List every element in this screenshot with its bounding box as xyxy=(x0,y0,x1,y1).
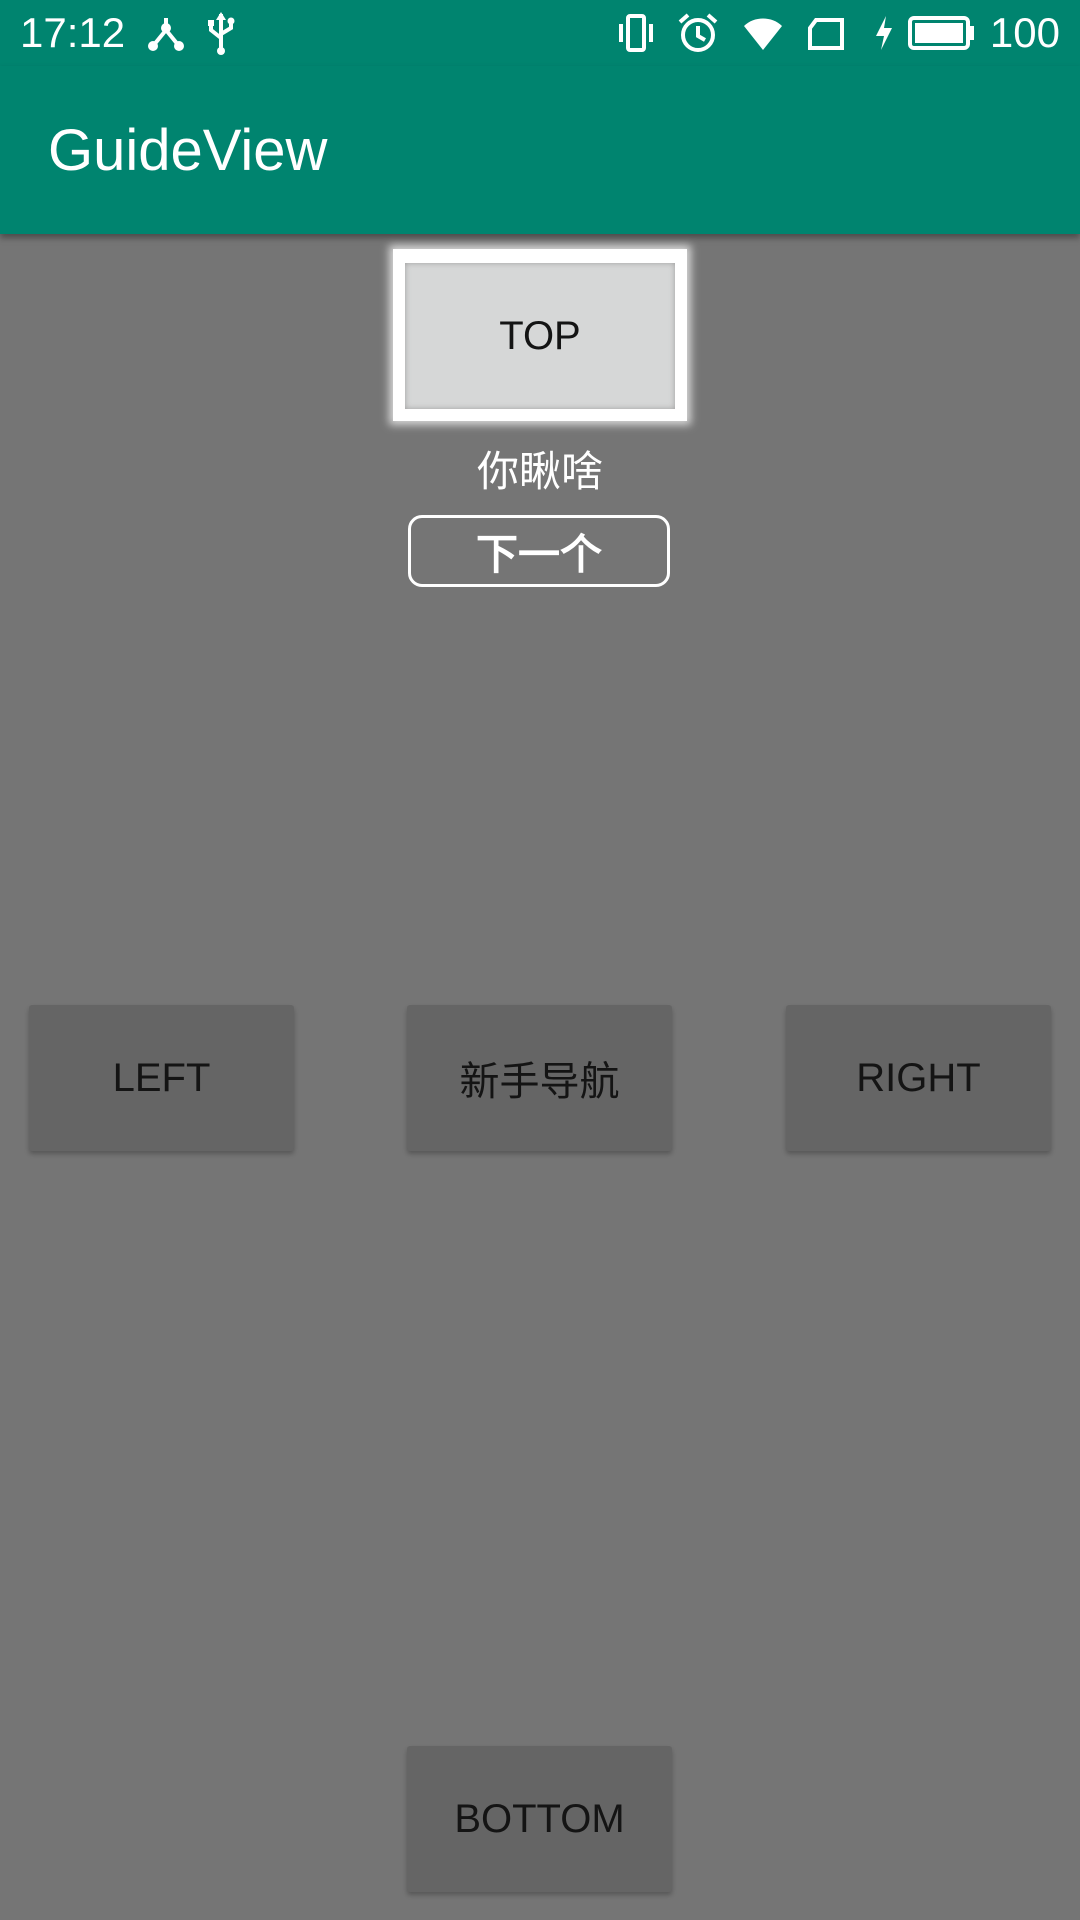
bottom-button[interactable]: BOTTOM xyxy=(407,1746,672,1892)
alarm-icon xyxy=(678,13,718,52)
usb-icon xyxy=(208,12,235,55)
battery-icon xyxy=(908,16,974,50)
app-bar: GuideView xyxy=(0,66,1080,234)
status-time: 17:12 xyxy=(20,9,126,56)
guide-message: 你瞅啥 xyxy=(476,448,603,495)
top-button[interactable]: TOP xyxy=(405,263,675,409)
battery-level: 100 xyxy=(989,9,1060,56)
guide-start-button[interactable]: 新手导航 xyxy=(407,1005,672,1151)
sim-icon xyxy=(808,18,844,50)
next-button[interactable]: 下一个 xyxy=(408,515,670,587)
share-icon xyxy=(148,18,184,51)
right-button[interactable]: RIGHT xyxy=(786,1005,1051,1151)
wifi-icon xyxy=(744,18,782,50)
app-title: GuideView xyxy=(48,118,328,183)
vibrate-icon xyxy=(619,14,653,52)
left-button[interactable]: LEFT xyxy=(29,1005,294,1151)
charging-icon xyxy=(876,16,892,50)
status-bar: 17:12 100 xyxy=(0,0,1080,66)
